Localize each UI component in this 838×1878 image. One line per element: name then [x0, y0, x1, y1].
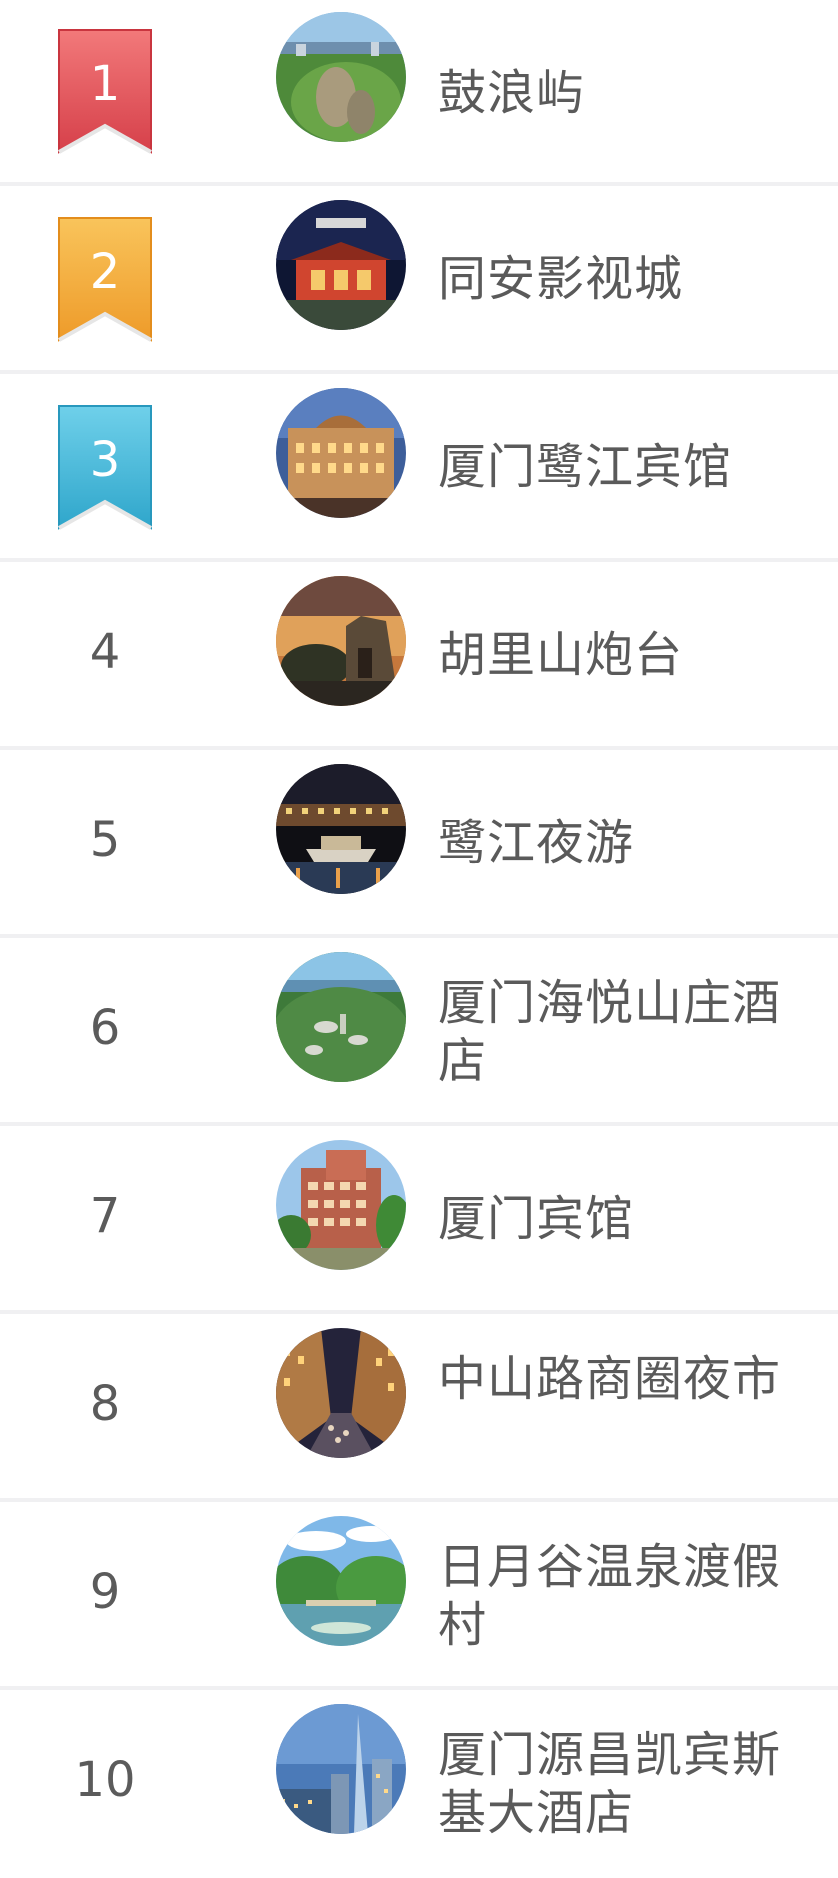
skyline-tower-photo: [276, 1704, 406, 1834]
attraction-name: 同安影视城: [438, 251, 684, 307]
island-aerial-photo: [276, 12, 406, 142]
attraction-name: 鹭江夜游: [438, 815, 635, 871]
attraction-name: 鼓浪屿: [438, 65, 586, 121]
row-divider: [0, 1498, 838, 1502]
rank-number: 1: [89, 56, 121, 112]
list-item-9[interactable]: 9 日月谷温泉渡假村: [0, 1504, 838, 1690]
rank-number: 7: [89, 1188, 121, 1244]
rank-ribbon-orange: 2: [55, 214, 155, 348]
rank-number: 6: [89, 1000, 121, 1056]
resort-aerial-photo: [276, 952, 406, 1082]
row-divider: [0, 558, 838, 562]
fortress-sunset-photo: [276, 576, 406, 706]
row-divider: [0, 746, 838, 750]
row-divider: [0, 1686, 838, 1690]
row-divider: [0, 934, 838, 938]
attraction-name: 胡里山炮台: [438, 627, 684, 683]
rank-number: 2: [89, 244, 121, 300]
rank-number: 4: [89, 624, 121, 680]
night-cruise-photo: [276, 764, 406, 894]
attraction-name: 中山路商圈夜市: [438, 1351, 782, 1407]
row-divider: [0, 370, 838, 374]
list-item-2[interactable]: 2 同安影视城: [0, 188, 838, 374]
rank-cell: 6: [0, 940, 210, 1126]
list-item-6[interactable]: 6 厦门海悦山庄酒店: [0, 940, 838, 1126]
row-divider: [0, 1122, 838, 1126]
rank-cell: 5: [0, 752, 210, 938]
list-item-8[interactable]: 8 中山路商圈夜市: [0, 1316, 838, 1502]
attraction-name: 日月谷温泉渡假村: [438, 1539, 782, 1653]
rank-cell: 7: [0, 1128, 210, 1314]
list-item-3[interactable]: 3 厦门鹭江宾馆: [0, 376, 838, 562]
list-item-7[interactable]: 7 厦门宾馆: [0, 1128, 838, 1314]
ranking-list: 1 鼓浪屿 2 同安影视城 3 厦门鹭江宾馆 4 胡里山炮台 5 鹭江夜游 6 …: [0, 0, 838, 1876]
rank-cell: 10: [0, 1692, 210, 1878]
attraction-name: 厦门海悦山庄酒店: [438, 975, 782, 1089]
rank-number: 9: [89, 1564, 121, 1620]
rank-ribbon-red: 1: [55, 26, 155, 160]
list-item-10[interactable]: 10 厦门源昌凯宾斯基大酒店: [0, 1692, 838, 1876]
list-item-5[interactable]: 5 鹭江夜游: [0, 752, 838, 938]
rank-number: 10: [74, 1752, 136, 1808]
rank-ribbon-blue: 3: [55, 402, 155, 536]
attraction-name: 厦门宾馆: [438, 1191, 635, 1247]
row-divider: [0, 182, 838, 186]
rank-cell: 3: [0, 376, 210, 562]
rank-number: 8: [89, 1376, 121, 1432]
rank-cell: 4: [0, 564, 210, 750]
rank-number: 3: [89, 432, 121, 488]
rank-cell: 1: [0, 0, 210, 186]
rank-number: 5: [89, 812, 121, 868]
row-divider: [0, 1310, 838, 1314]
hot-spring-photo: [276, 1516, 406, 1646]
palace-night-photo: [276, 200, 406, 330]
list-item-1[interactable]: 1 鼓浪屿: [0, 0, 838, 186]
rank-cell: 2: [0, 188, 210, 374]
rank-cell: 9: [0, 1504, 210, 1690]
hotel-day-photo: [276, 1140, 406, 1270]
rank-cell: 8: [0, 1316, 210, 1502]
list-item-4[interactable]: 4 胡里山炮台: [0, 564, 838, 750]
attraction-name: 厦门源昌凯宾斯基大酒店: [438, 1727, 782, 1841]
night-street-photo: [276, 1328, 406, 1458]
attraction-name: 厦门鹭江宾馆: [438, 439, 733, 495]
hotel-dusk-photo: [276, 388, 406, 518]
